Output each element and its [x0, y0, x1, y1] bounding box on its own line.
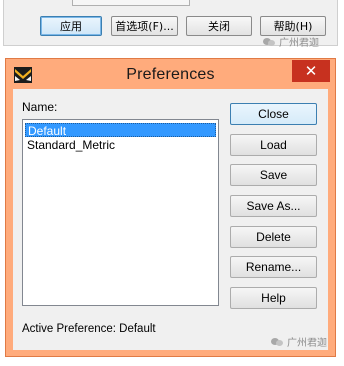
save-as-button[interactable]: Save As... — [230, 195, 317, 217]
title-bar[interactable]: Preferences ✕ — [6, 59, 335, 89]
wechat-logo-icon — [263, 37, 276, 47]
apply-button[interactable]: 应用 — [40, 16, 102, 36]
wechat-logo-icon — [271, 337, 284, 347]
help-button-dialog[interactable]: Help — [230, 287, 317, 309]
watermark: 广州君迦 — [263, 34, 319, 49]
name-label: Name: — [22, 100, 58, 114]
watermark-bottom: 广州君迦 — [271, 334, 327, 349]
watermark-text: 广州君迦 — [279, 38, 319, 49]
delete-button[interactable]: Delete — [230, 226, 317, 248]
list-item-standard-metric[interactable]: Standard_Metric — [25, 138, 216, 152]
dialog-title: Preferences — [126, 66, 215, 83]
close-dialog-button[interactable]: 关闭 — [186, 16, 252, 36]
preferences-list[interactable]: Default Standard_Metric — [22, 119, 219, 306]
active-preference-status: Active Preference: Default — [22, 323, 156, 335]
watermark-bottom-text: 广州君迦 — [287, 338, 327, 349]
help-button[interactable]: 帮助(H) — [260, 16, 326, 36]
close-button[interactable]: Close — [230, 103, 317, 125]
load-button[interactable]: Load — [230, 134, 317, 156]
preferences-dialog: Preferences ✕ Name: Default Standard_Met… — [5, 58, 336, 357]
close-icon[interactable]: ✕ — [292, 60, 330, 82]
background-dialog-button-bar: 应用 首选项(F)... 关闭 帮助(H) 广州君迦 — [0, 0, 344, 50]
preferences-button[interactable]: 首选项(F)... — [111, 16, 178, 36]
save-button[interactable]: Save — [230, 164, 317, 186]
list-item-default[interactable]: Default — [25, 123, 216, 138]
screenshot: 应用 首选项(F)... 关闭 帮助(H) 广州君迦 Preferences ✕… — [0, 0, 344, 366]
button-bar-divider — [72, 0, 190, 6]
rename-button[interactable]: Rename... — [230, 256, 317, 278]
dialog-body: Name: Default Standard_Metric Close Load… — [13, 89, 328, 350]
